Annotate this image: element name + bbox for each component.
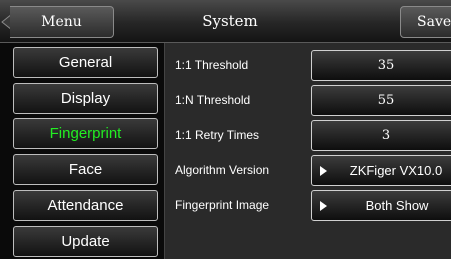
algorithm-version-select[interactable]: ZKFiger VX10.0 [311, 155, 451, 186]
tab-fingerprint[interactable]: Fingerprint [13, 118, 158, 149]
tab-face[interactable]: Face [13, 154, 158, 185]
algorithm-version-value: ZKFiger VX10.0 [349, 163, 443, 178]
page-title: System [202, 12, 258, 30]
tab-display[interactable]: Display [13, 83, 158, 114]
retry-times-label: 1:1 Retry Times [175, 128, 260, 142]
tab-general[interactable]: General [13, 47, 158, 78]
menu-button[interactable]: Menu [10, 6, 114, 38]
fingerprint-image-value: Both Show [365, 198, 429, 213]
tab-update[interactable]: Update [13, 226, 158, 257]
fingerprint-image-select[interactable]: Both Show [311, 190, 451, 221]
retry-times-value[interactable]: 3 [311, 120, 451, 151]
title-bar: Menu System Save [0, 0, 451, 43]
algorithm-version-label: Algorithm Version [175, 163, 270, 177]
triangle-right-icon [320, 166, 327, 176]
threshold-1-n-value[interactable]: 55 [311, 85, 451, 116]
save-button[interactable]: Save [400, 6, 451, 38]
fingerprint-image-label: Fingerprint Image [175, 198, 270, 212]
threshold-1-1-value[interactable]: 35 [311, 50, 451, 81]
threshold-1-n-label: 1:N Threshold [175, 93, 251, 107]
tab-attendance[interactable]: Attendance [13, 190, 158, 221]
threshold-1-1-label: 1:1 Threshold [175, 58, 249, 72]
triangle-right-icon [320, 201, 327, 211]
